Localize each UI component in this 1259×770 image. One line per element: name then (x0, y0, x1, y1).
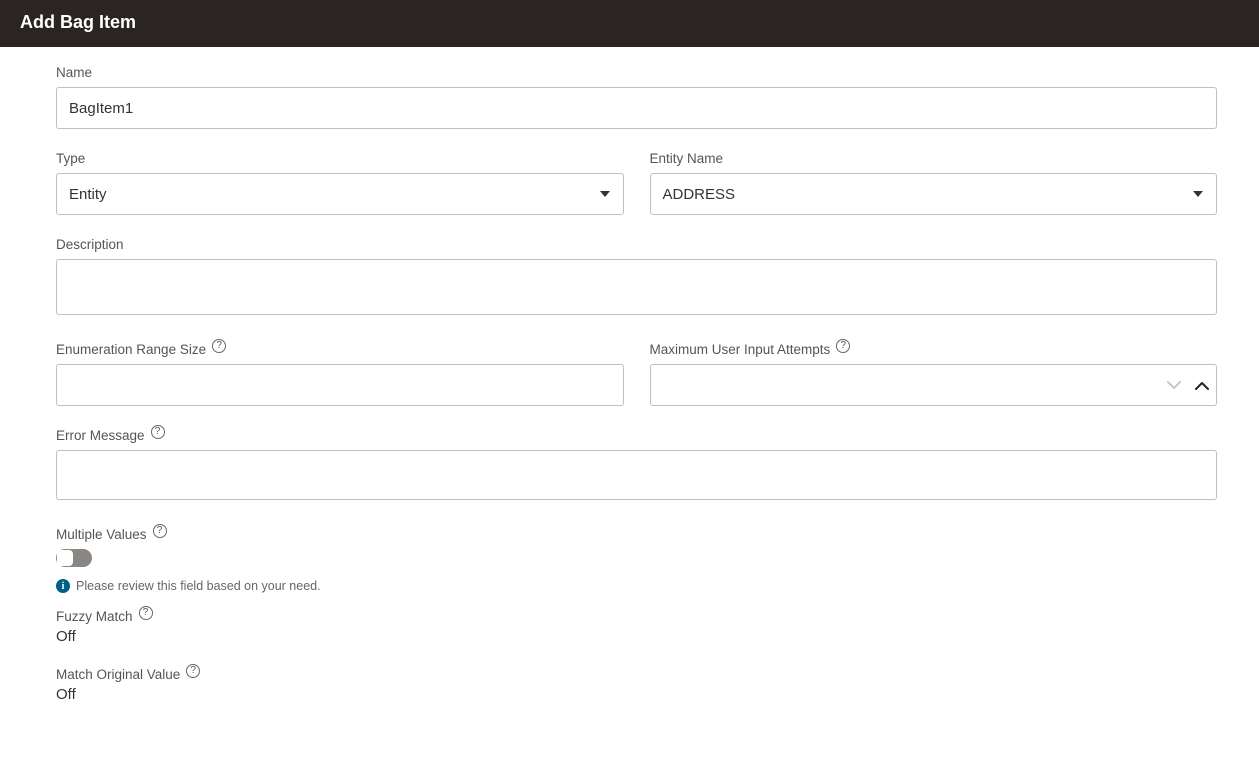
dialog-title: Add Bag Item (20, 12, 1239, 33)
max-attempts-input[interactable] (650, 364, 1218, 406)
max-attempts-label-text: Maximum User Input Attempts (650, 342, 831, 357)
field-enum-range: Enumeration Range Size ? (56, 342, 624, 406)
fuzzy-match-label-text: Fuzzy Match (56, 609, 133, 624)
entity-name-label: Entity Name (650, 151, 1218, 166)
fuzzy-match-label: Fuzzy Match ? (56, 609, 1217, 624)
entity-name-select-wrap: ADDRESS (650, 173, 1218, 215)
multiple-values-label-text: Multiple Values (56, 527, 147, 542)
entity-name-select-value: ADDRESS (663, 186, 736, 203)
multiple-values-info: Please review this field based on your n… (56, 579, 1217, 593)
field-fuzzy-match: Fuzzy Match ? Off (56, 609, 1217, 645)
fuzzy-match-value: Off (56, 628, 1217, 645)
field-entity-name: Entity Name ADDRESS (650, 151, 1218, 215)
multiple-values-info-text: Please review this field based on your n… (76, 579, 321, 593)
description-input[interactable] (56, 259, 1217, 315)
row-type-entity: Type Entity Entity Name ADDRESS (56, 151, 1217, 215)
max-attempts-spinner (650, 364, 1218, 406)
help-icon[interactable]: ? (139, 606, 153, 620)
spinner-arrows (1167, 364, 1209, 406)
max-attempts-label: Maximum User Input Attempts ? (650, 342, 1218, 357)
dialog-header: Add Bag Item (0, 0, 1259, 47)
match-original-label: Match Original Value ? (56, 667, 1217, 682)
enum-range-input[interactable] (56, 364, 624, 406)
field-match-original: Match Original Value ? Off (56, 667, 1217, 703)
help-icon[interactable]: ? (186, 664, 200, 678)
spinner-increment[interactable] (1195, 381, 1209, 390)
enum-range-label-text: Enumeration Range Size (56, 342, 206, 357)
toggle-knob (57, 550, 73, 566)
error-message-input[interactable] (56, 450, 1217, 500)
error-message-label: Error Message ? (56, 428, 1217, 443)
field-multiple-values: Multiple Values ? Please review this fie… (56, 527, 1217, 593)
type-select-value: Entity (69, 186, 107, 203)
row-enum-max: Enumeration Range Size ? Maximum User In… (56, 342, 1217, 406)
match-original-label-text: Match Original Value (56, 667, 180, 682)
field-max-attempts: Maximum User Input Attempts ? (650, 342, 1218, 406)
field-error-message: Error Message ? (56, 428, 1217, 505)
help-icon[interactable]: ? (153, 524, 167, 538)
error-message-label-text: Error Message (56, 428, 145, 443)
entity-name-select[interactable]: ADDRESS (650, 173, 1218, 215)
multiple-values-label: Multiple Values ? (56, 527, 1217, 542)
name-label: Name (56, 65, 1217, 80)
multiple-values-toggle[interactable] (56, 549, 92, 567)
type-label: Type (56, 151, 624, 166)
description-label: Description (56, 237, 1217, 252)
match-original-value: Off (56, 686, 1217, 703)
field-type: Type Entity (56, 151, 624, 215)
help-icon[interactable]: ? (836, 339, 850, 353)
spinner-decrement[interactable] (1167, 381, 1181, 390)
info-icon (56, 579, 70, 593)
form-body: Name Type Entity Entity Name ADDRESS (0, 47, 1259, 745)
field-description: Description (56, 237, 1217, 320)
name-input[interactable] (56, 87, 1217, 129)
type-select[interactable]: Entity (56, 173, 624, 215)
enum-range-label: Enumeration Range Size ? (56, 342, 624, 357)
help-icon[interactable]: ? (151, 425, 165, 439)
help-icon[interactable]: ? (212, 339, 226, 353)
type-select-wrap: Entity (56, 173, 624, 215)
field-name: Name (56, 65, 1217, 129)
